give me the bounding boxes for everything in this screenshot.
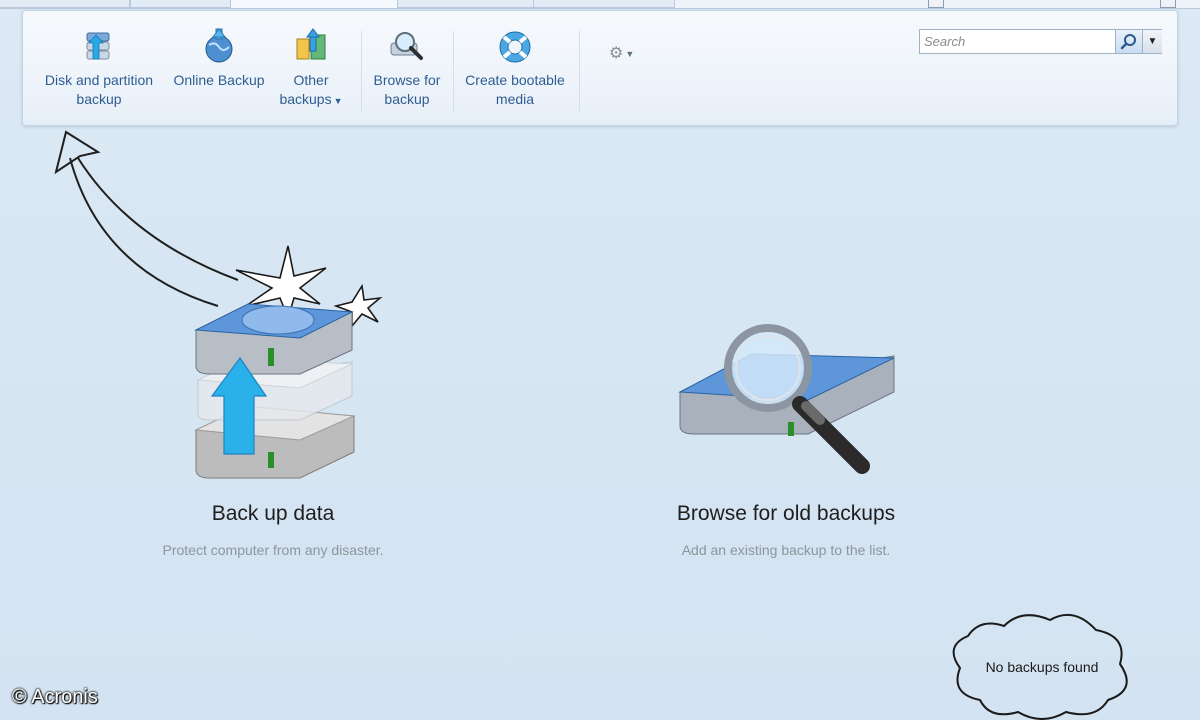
browse-old-backups-description: Add an existing backup to the list. [681, 542, 891, 558]
illustrations-layer [54, 130, 1128, 720]
backup-data-illustration [194, 303, 356, 479]
browse-old-backups-action[interactable]: Browse for old backups Add an existing b… [636, 502, 936, 558]
backup-data-description: Protect computer from any disaster. [162, 542, 384, 558]
copyright-watermark: © Acronis [12, 686, 98, 708]
browse-old-backups-title[interactable]: Browse for old backups [636, 502, 936, 526]
backup-data-action[interactable]: Back up data Protect computer from any d… [123, 502, 423, 558]
no-backups-note: No backups found [985, 659, 1099, 675]
browse-backups-illustration [678, 324, 895, 474]
hand-drawn-arrow [54, 130, 239, 307]
backup-data-title[interactable]: Back up data [123, 502, 423, 526]
